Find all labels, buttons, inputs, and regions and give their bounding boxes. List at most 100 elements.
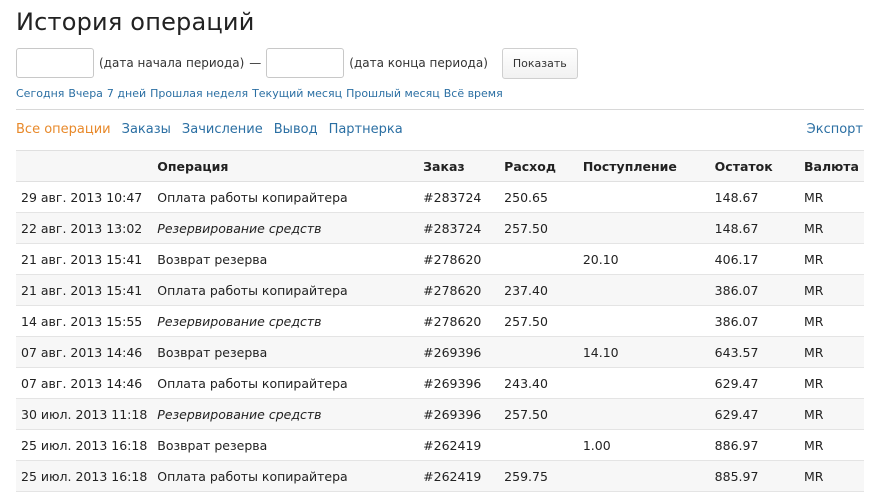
cell-balance: 148.67 (709, 181, 799, 213)
table-row: 07 авг. 2013 14:46 Оплата работы копирай… (16, 367, 864, 399)
cell-income (577, 305, 710, 337)
cell-order: #278620 (418, 274, 500, 306)
quick-period-links: Сегодня Вчера 7 дней Прошлая неделя Текущий … (16, 87, 507, 100)
table-row: 21 авг. 2013 15:41 Оплата работы копирай… (16, 274, 864, 306)
cell-operation: Резервирование средств (152, 212, 419, 244)
cell-date: 07 авг. 2013 14:46 (16, 336, 153, 368)
cell-operation: Оплата работы копирайтера (152, 367, 419, 399)
date-range-dash: — (249, 56, 262, 70)
cell-date: 14 авг. 2013 15:55 (16, 305, 153, 337)
quick-link-current-month[interactable]: Текущий месяц (252, 87, 342, 100)
cell-currency: MR (799, 274, 864, 306)
cell-balance: 148.67 (709, 212, 799, 244)
table-header-row: Операция Заказ Расход Поступление Остато… (16, 150, 864, 182)
cell-date: 29 авг. 2013 10:47 (16, 181, 153, 213)
cell-operation: Возврат резерва (152, 429, 419, 461)
show-button[interactable]: Показать (501, 47, 578, 79)
date-filter: (дата начала периода) — (дата конца пери… (16, 47, 578, 79)
cell-order: #269396 (418, 367, 500, 399)
cell-order: #269396 (418, 336, 500, 368)
start-date-label: (дата начала периода) (99, 56, 245, 70)
cell-expense: 257.50 (499, 305, 578, 337)
cell-operation: Оплата работы копирайтера (152, 181, 419, 213)
cell-order: #278620 (418, 243, 500, 275)
table-row: 14 авг. 2013 15:55 Резервирование средст… (16, 305, 864, 337)
tab-withdrawals[interactable]: Вывод (274, 122, 318, 137)
cell-balance: 406.17 (709, 243, 799, 275)
quick-link-last-week[interactable]: Прошлая неделя (150, 87, 248, 100)
quick-link-today[interactable]: Сегодня (16, 87, 64, 100)
cell-balance: 629.47 (709, 367, 799, 399)
cell-date: 30 июл. 2013 11:18 (16, 398, 153, 430)
column-header-operation: Операция (152, 150, 419, 182)
cell-currency: MR (799, 181, 864, 213)
table-row: 21 авг. 2013 15:41 Возврат резерва #2786… (16, 243, 864, 275)
cell-operation: Резервирование средств (152, 305, 419, 337)
end-date-label: (дата конца периода) (349, 56, 488, 70)
cell-order: #283724 (418, 212, 500, 244)
tab-affiliate[interactable]: Партнерка (329, 122, 403, 137)
page-title: История операций (16, 8, 255, 36)
cell-date: 25 июл. 2013 16:18 (16, 460, 153, 492)
table-row: 07 авг. 2013 14:46 Возврат резерва #2693… (16, 336, 864, 368)
cell-date: 21 авг. 2013 15:41 (16, 274, 153, 306)
table-row: 30 июл. 2013 11:18 Резервирование средст… (16, 398, 864, 430)
column-header-income: Поступление (577, 150, 710, 182)
column-header-balance: Остаток (709, 150, 799, 182)
operation-type-tabs: Все операции Заказы Зачисление Вывод Партнер… (16, 122, 414, 137)
cell-balance: 885.97 (709, 460, 799, 492)
cell-operation: Возврат резерва (152, 336, 419, 368)
cell-income (577, 274, 710, 306)
cell-balance: 886.97 (709, 429, 799, 461)
cell-expense (499, 336, 578, 368)
column-header-currency: Валюта (799, 150, 864, 182)
cell-order: #262419 (418, 429, 500, 461)
cell-date: 07 авг. 2013 14:46 (16, 367, 153, 399)
cell-currency: MR (799, 305, 864, 337)
cell-income (577, 367, 710, 399)
operations-table: Операция Заказ Расход Поступление Остато… (16, 150, 864, 492)
cell-date: 22 авг. 2013 13:02 (16, 212, 153, 244)
cell-operation: Возврат резерва (152, 243, 419, 275)
end-date-input[interactable] (266, 48, 345, 78)
cell-income (577, 181, 710, 213)
cell-currency: MR (799, 398, 864, 430)
cell-balance: 386.07 (709, 305, 799, 337)
cell-balance: 629.47 (709, 398, 799, 430)
cell-order: #283724 (418, 181, 500, 213)
table-row: 25 июл. 2013 16:18 Возврат резерва #2624… (16, 429, 864, 461)
cell-currency: MR (799, 336, 864, 368)
export-link[interactable]: Экспорт (807, 122, 863, 137)
cell-operation: Оплата работы копирайтера (152, 274, 419, 306)
tab-orders[interactable]: Заказы (122, 122, 171, 137)
column-header-expense: Расход (499, 150, 578, 182)
cell-income (577, 398, 710, 430)
cell-date: 21 авг. 2013 15:41 (16, 243, 153, 275)
cell-date: 25 июл. 2013 16:18 (16, 429, 153, 461)
cell-balance: 386.07 (709, 274, 799, 306)
quick-link-yesterday[interactable]: Вчера (68, 87, 103, 100)
cell-income: 20.10 (577, 243, 710, 275)
table-row: 29 авг. 2013 10:47 Оплата работы копирай… (16, 181, 864, 213)
cell-expense: 259.75 (499, 460, 578, 492)
cell-currency: MR (799, 367, 864, 399)
quick-link-7-days[interactable]: 7 дней (107, 87, 146, 100)
cell-currency: MR (799, 429, 864, 461)
cell-currency: MR (799, 460, 864, 492)
cell-expense: 257.50 (499, 398, 578, 430)
cell-income: 14.10 (577, 336, 710, 368)
table-row: 25 июл. 2013 16:18 Оплата работы копирай… (16, 460, 864, 492)
cell-income (577, 212, 710, 244)
tab-all-operations[interactable]: Все операции (16, 122, 111, 137)
cell-expense (499, 429, 578, 461)
tab-deposits[interactable]: Зачисление (182, 122, 263, 137)
start-date-input[interactable] (16, 48, 94, 78)
quick-link-all-time[interactable]: Всё время (444, 87, 503, 100)
divider (16, 109, 864, 110)
cell-currency: MR (799, 212, 864, 244)
quick-link-last-month[interactable]: Прошлый месяц (346, 87, 440, 100)
cell-expense: 243.40 (499, 367, 578, 399)
table-row: 22 авг. 2013 13:02 Резервирование средст… (16, 212, 864, 244)
cell-operation: Оплата работы копирайтера (152, 460, 419, 492)
cell-expense: 237.40 (499, 274, 578, 306)
